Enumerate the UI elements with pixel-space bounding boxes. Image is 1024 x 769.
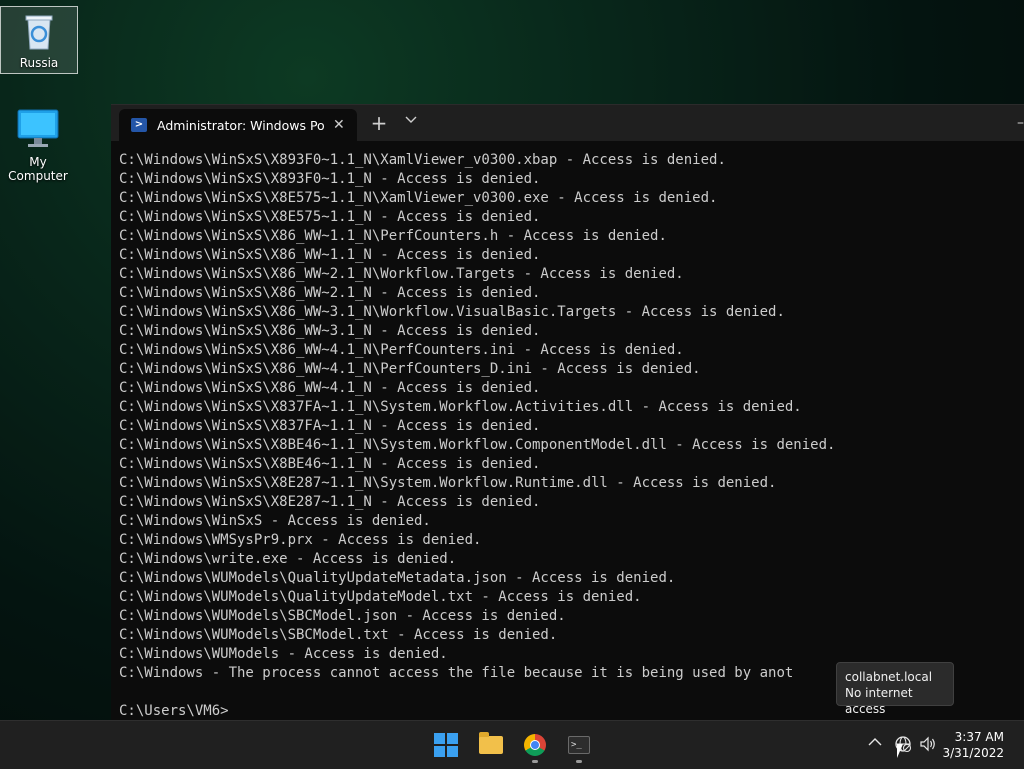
- console-line: C:\Windows\WinSxS\X86_WW~3.1_N\Workflow.…: [119, 304, 785, 320]
- console-line: C:\Windows\WinSxS\X837FA~1.1_N\System.Wo…: [119, 399, 802, 415]
- clock-date: 3/31/2022: [942, 746, 1004, 760]
- console-line: C:\Windows\WinSxS\X86_WW~1.1_N - Access …: [119, 247, 541, 263]
- chrome-icon: [524, 734, 546, 756]
- console-line: C:\Windows\WinSxS\X8BE46~1.1_N - Access …: [119, 456, 541, 472]
- clock-time: 3:37 AM: [954, 730, 1004, 744]
- running-indicator: [576, 760, 582, 763]
- chrome-button[interactable]: [519, 729, 551, 763]
- running-indicator: [532, 760, 538, 763]
- taskbar: >_ 3:37 AM 3/31/2022: [0, 720, 1024, 769]
- console-line: C:\Windows\WUModels\SBCModel.txt - Acces…: [119, 627, 558, 643]
- desktop-icon-label: My Computer: [8, 155, 68, 183]
- console-output[interactable]: C:\Windows\WinSxS\X893F0~1.1_N\XamlViewe…: [119, 151, 1024, 721]
- console-line: C:\Windows\WinSxS\X86_WW~4.1_N - Access …: [119, 380, 541, 396]
- console-line: C:\Windows\WinSxS\X86_WW~2.1_N\Workflow.…: [119, 266, 684, 282]
- tab-bar: > Administrator: Windows PowerS ✕ + –: [111, 105, 1024, 141]
- terminal-icon: >_: [568, 736, 590, 754]
- desktop-icon-label: Russia: [19, 56, 59, 70]
- console-line: C:\Windows\WinSxS\X86_WW~4.1_N\PerfCount…: [119, 342, 684, 358]
- console-line: C:\Windows\WUModels\QualityUpdateMetadat…: [119, 570, 676, 586]
- console-line: C:\Windows\WUModels\SBCModel.json - Acce…: [119, 608, 566, 624]
- tooltip-status: No internet access: [845, 686, 913, 716]
- console-line: C:\Windows\WinSxS\X837FA~1.1_N - Access …: [119, 418, 541, 434]
- console-line: C:\Windows\WMSysPr9.prx - Access is deni…: [119, 532, 482, 548]
- console-line: C:\Windows\WinSxS\X86_WW~2.1_N - Access …: [119, 285, 541, 301]
- console-line: C:\Windows\WinSxS\X893F0~1.1_N\XamlViewe…: [119, 152, 726, 168]
- tab-title: Administrator: Windows PowerS: [157, 117, 325, 133]
- desktop-icon-recycle-bin[interactable]: Russia: [0, 6, 78, 74]
- monitor-icon: [17, 109, 59, 147]
- recycle-bin-icon: [25, 15, 53, 50]
- network-tooltip: collabnet.local No internet access: [836, 662, 954, 716]
- console-line: C:\Windows\WinSxS\X86_WW~4.1_N\PerfCount…: [119, 361, 701, 377]
- console-line: C:\Windows\WinSxS\X8E287~1.1_N - Access …: [119, 494, 541, 510]
- console-line: C:\Windows\WUModels\QualityUpdateModel.t…: [119, 589, 642, 605]
- console-line: C:\Windows\WinSxS\X86_WW~1.1_N\PerfCount…: [119, 228, 667, 244]
- start-button[interactable]: [430, 729, 462, 761]
- windows-logo-icon: [434, 733, 458, 757]
- terminal-window: > Administrator: Windows PowerS ✕ + – C:…: [111, 104, 1024, 721]
- desktop-icon-my-computer[interactable]: My Computer: [0, 108, 76, 183]
- speaker-icon[interactable]: [919, 735, 937, 757]
- new-tab-button[interactable]: +: [367, 111, 391, 135]
- chevron-down-icon[interactable]: [401, 113, 421, 128]
- console-line: C:\Windows\WinSxS - Access is denied.: [119, 513, 431, 529]
- console-line: C:\Windows\WinSxS\X8E575~1.1_N\XamlViewe…: [119, 190, 718, 206]
- terminal-button[interactable]: >_: [563, 729, 595, 763]
- tooltip-network-name: collabnet.local: [845, 670, 933, 684]
- chevron-up-icon[interactable]: [868, 735, 882, 751]
- close-icon[interactable]: ✕: [333, 117, 345, 133]
- clock[interactable]: 3:37 AM 3/31/2022: [942, 729, 1004, 761]
- powershell-icon: >: [131, 118, 147, 132]
- console-line: C:\Windows\write.exe - Access is denied.: [119, 551, 457, 567]
- file-explorer-button[interactable]: [475, 729, 507, 761]
- minimize-button[interactable]: –: [1017, 115, 1024, 131]
- console-line: C:\Windows\WinSxS\X8E287~1.1_N\System.Wo…: [119, 475, 777, 491]
- mouse-cursor: [897, 744, 903, 758]
- console-line: C:\Windows\WinSxS\X8E575~1.1_N - Access …: [119, 209, 541, 225]
- tab-powershell[interactable]: > Administrator: Windows PowerS ✕: [119, 109, 357, 141]
- folder-icon: [479, 732, 503, 754]
- console-line: C:\Windows\WinSxS\X86_WW~3.1_N - Access …: [119, 323, 541, 339]
- console-line: C:\Windows\WinSxS\X893F0~1.1_N - Access …: [119, 171, 541, 187]
- console-line: C:\Windows\WinSxS\X8BE46~1.1_N\System.Wo…: [119, 437, 836, 453]
